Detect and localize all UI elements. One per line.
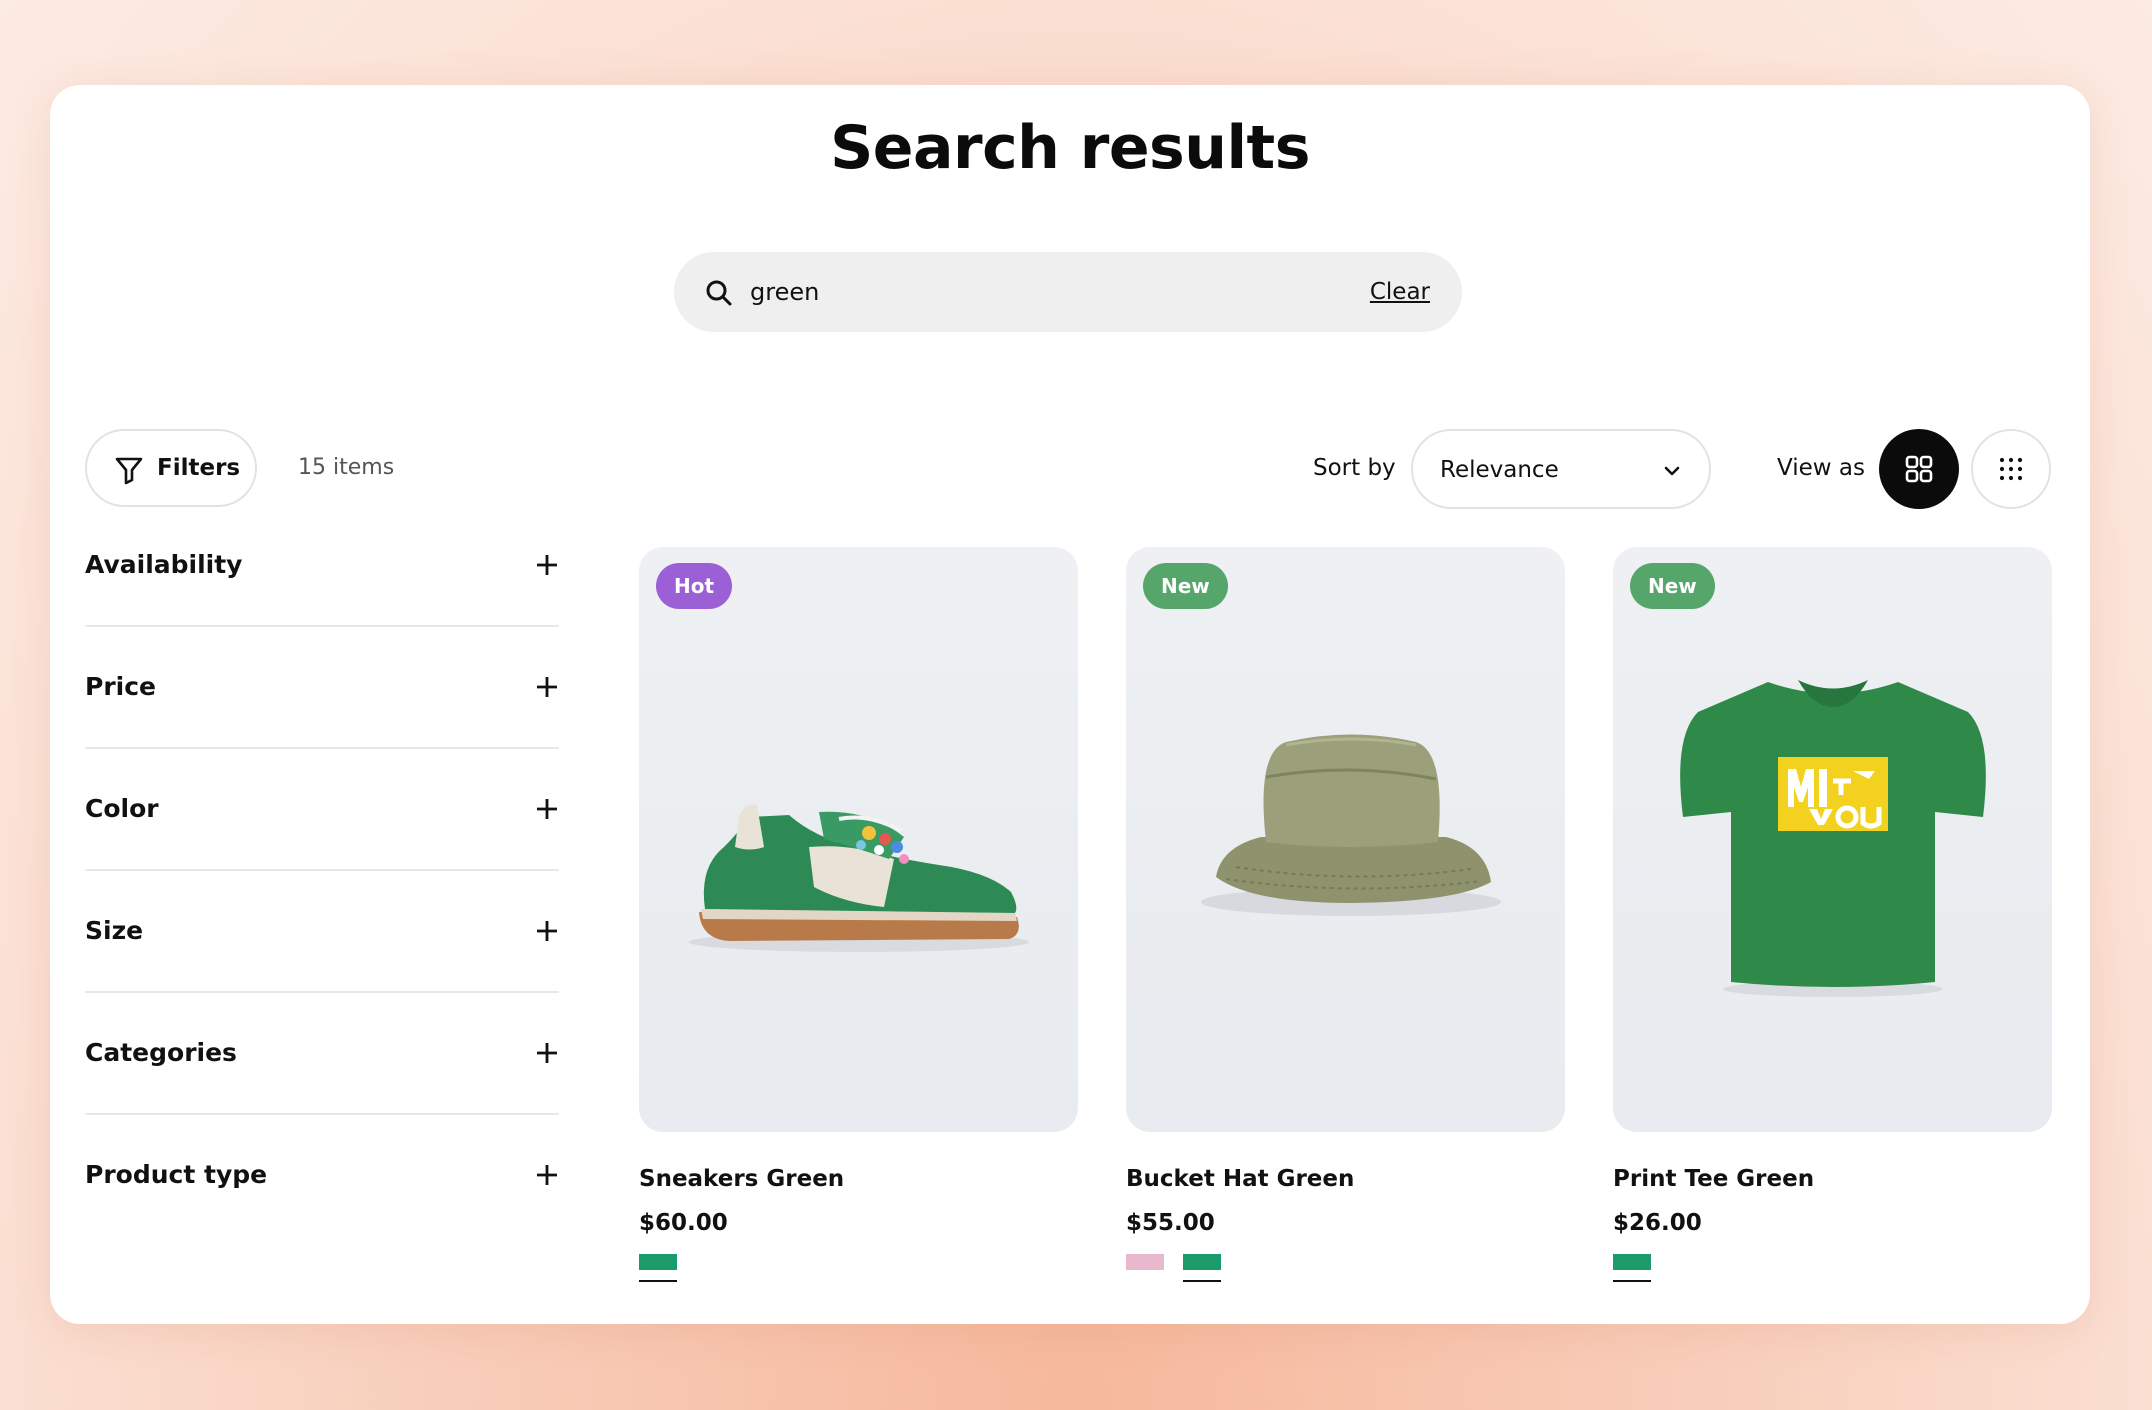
view-grid-small-button[interactable] [1971,429,2051,509]
facet-label: Color [85,794,159,823]
print-tee-image [1680,680,1986,997]
product-image[interactable]: New [1126,547,1565,1132]
facet-categories[interactable]: Categories [85,993,559,1115]
search-bar[interactable]: green Clear [674,252,1462,332]
facet-size[interactable]: Size [85,871,559,993]
search-results-page: Search results green Clear Filters 15 it… [50,85,2090,1324]
facet-label: Categories [85,1038,237,1067]
color-swatch[interactable] [1183,1254,1222,1282]
search-input[interactable]: green [750,274,819,310]
facet-availability[interactable]: Availability [85,505,559,627]
sort-label: Sort by [1313,455,1396,481]
facet-product-type[interactable]: Product type [85,1115,559,1235]
bucket-hat-image [1201,734,1501,916]
filter-icon [115,457,143,485]
product-image[interactable]: Hot [639,547,1078,1132]
sneaker-image [689,804,1029,952]
color-swatches [1126,1254,1565,1284]
facet-label: Availability [85,550,243,579]
plus-icon[interactable] [535,797,559,821]
clear-search-link[interactable]: Clear [1370,274,1430,310]
product-title[interactable]: Bucket Hat Green [1126,1162,1565,1196]
facet-price[interactable]: Price [85,627,559,749]
product-card[interactable]: New Bucket Hat Green $55.00 [1126,547,1565,1284]
grid-large-icon [1905,455,1933,483]
facet-color[interactable]: Color [85,749,559,871]
plus-icon[interactable] [535,1163,559,1187]
color-swatches [639,1254,1078,1284]
facet-label: Size [85,916,144,945]
product-price: $60.00 [639,1210,728,1236]
grid-small-icon [1999,457,2023,481]
chevron-down-icon [1664,466,1680,476]
facet-label: Product type [85,1160,268,1189]
product-title[interactable]: Sneakers Green [639,1162,1078,1196]
plus-icon[interactable] [535,675,559,699]
product-badge: New [1143,563,1228,609]
product-card[interactable]: New Print Tee Green $26.00 [1613,547,2052,1284]
product-badge: New [1630,563,1715,609]
view-grid-large-button[interactable] [1879,429,1959,509]
facet-label: Price [85,672,156,701]
product-badge: Hot [656,563,733,609]
view-as-label: View as [1777,455,1865,481]
plus-icon[interactable] [535,553,559,577]
color-swatch[interactable] [1126,1254,1164,1270]
filters-label: Filters [157,455,241,481]
product-image[interactable]: New [1613,547,2052,1132]
sort-value: Relevance [1440,457,1559,483]
sort-select[interactable]: Relevance [1411,429,1711,509]
product-card[interactable]: Hot Sneakers Green $60.00 [639,547,1078,1284]
product-title[interactable]: Print Tee Green [1613,1162,2052,1196]
plus-icon[interactable] [535,1041,559,1065]
color-swatch[interactable] [639,1254,677,1282]
color-swatches [1613,1254,2052,1284]
product-price: $26.00 [1613,1210,1702,1236]
items-count: 15 items [298,455,395,480]
plus-icon[interactable] [535,919,559,943]
color-swatch[interactable] [1613,1254,1651,1282]
product-price: $55.00 [1126,1210,1215,1236]
filters-button[interactable]: Filters [85,429,257,507]
search-icon [706,280,732,306]
page-title: Search results [830,113,1310,183]
filter-facets: Availability Price Color Size Categories… [85,505,559,1235]
